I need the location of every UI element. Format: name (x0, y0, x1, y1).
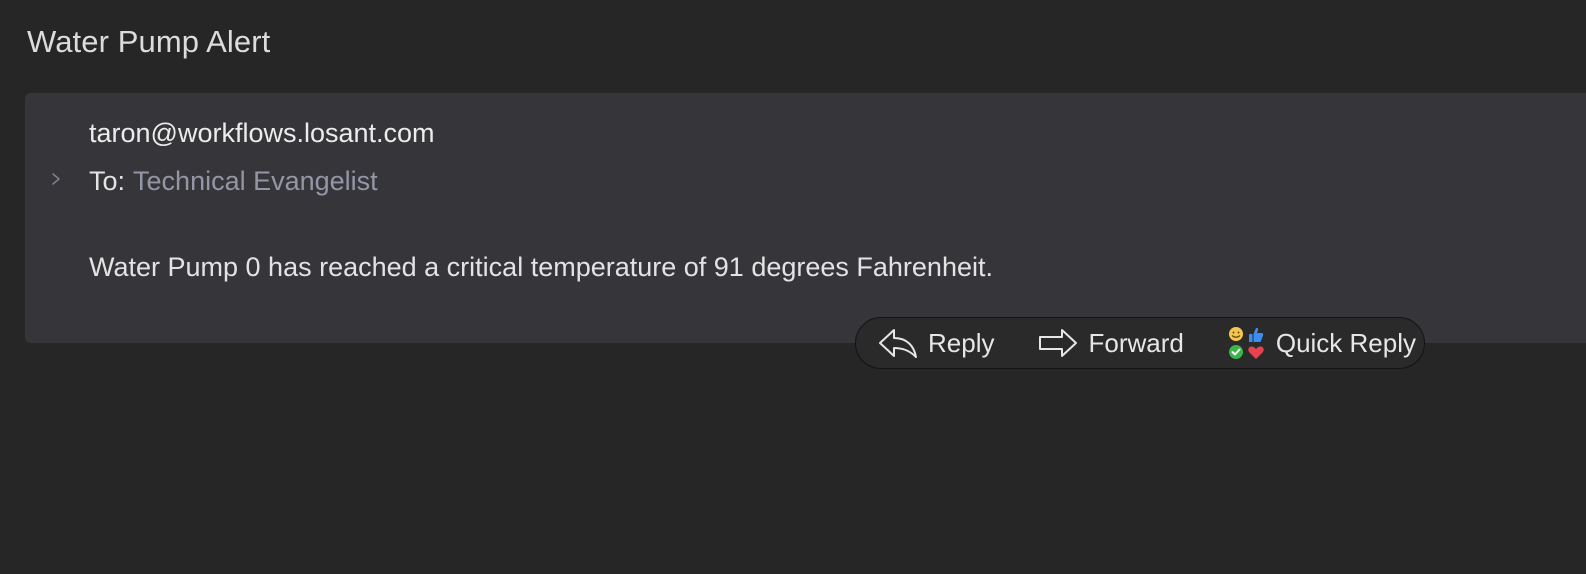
reply-button[interactable]: Reply (856, 318, 1016, 368)
email-subject: Water Pump Alert (27, 24, 271, 59)
recipient-line: To: Technical Evangelist (89, 166, 378, 197)
message-action-bar: Reply Forward Quick Reply (855, 317, 1425, 369)
message-body: Water Pump 0 has reached a critical temp… (89, 252, 993, 282)
forward-arrow-icon (1039, 329, 1078, 357)
to-label: To: (89, 166, 126, 196)
quick-reply-label: Quick Reply (1275, 327, 1416, 358)
email-viewer: Water Pump Alert taron@workflows.losant.… (0, 0, 1586, 574)
forward-label: Forward (1088, 327, 1184, 358)
sender-address[interactable]: taron@workflows.losant.com (89, 118, 435, 149)
reply-arrow-icon (879, 329, 917, 358)
reply-label: Reply (928, 327, 995, 358)
message-card: taron@workflows.losant.com To: Technical … (25, 93, 1586, 343)
quick-reply-emoji-icon (1228, 327, 1264, 359)
recipient-name[interactable]: Technical Evangelist (133, 166, 378, 196)
forward-button[interactable]: Forward (1016, 318, 1205, 368)
chevron-right-icon[interactable] (50, 171, 62, 187)
quick-reply-button[interactable]: Quick Reply (1206, 318, 1436, 368)
